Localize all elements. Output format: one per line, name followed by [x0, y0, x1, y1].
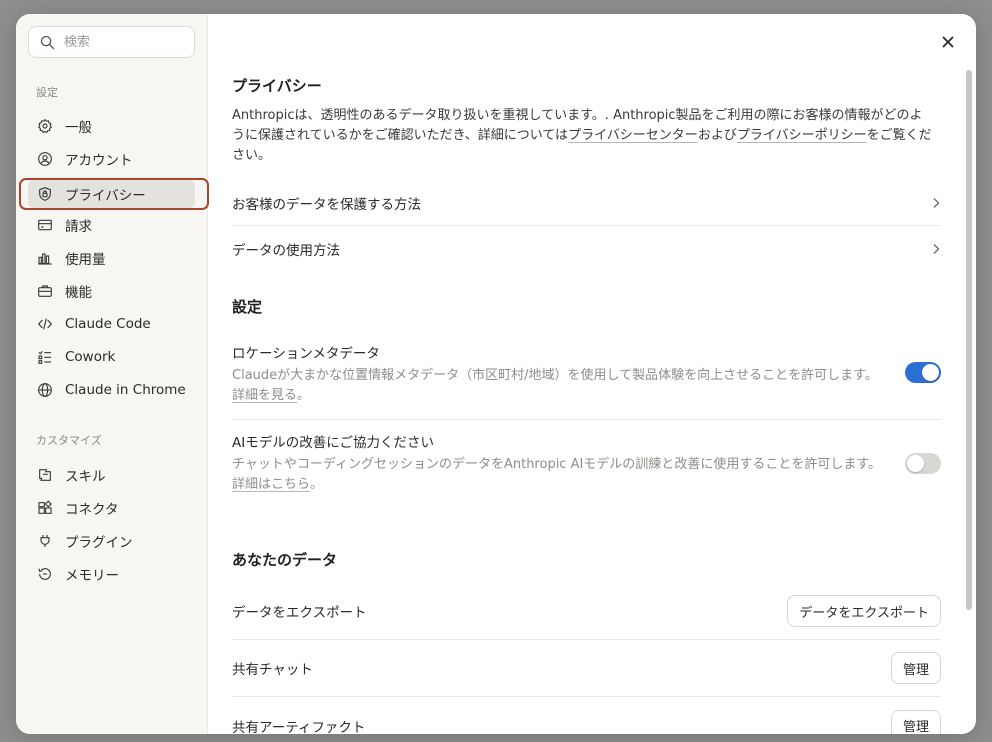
sidebar-item-label: 請求 [65, 219, 92, 235]
setting-title: ロケーションメタデータ [232, 346, 380, 362]
setting-title: AIモデルの改善にご協力ください [232, 435, 434, 451]
manage-shared-chats-button[interactable]: 管理 [890, 652, 941, 684]
search-icon [40, 35, 55, 49]
bar-chart-icon [38, 253, 52, 265]
sidebar-item-claude-in-chrome[interactable]: Claude in Chrome [28, 376, 195, 404]
sidebar-item-label: Claude in Chrome [65, 382, 186, 398]
setting-description: チャットやコーディングセッションのデータをAnthropic AIモデルの訓練と… [232, 455, 882, 495]
ai-improvement-toggle[interactable] [905, 453, 941, 474]
sidebar-item-label: プラグイン [65, 535, 133, 551]
toggle-knob [922, 364, 939, 381]
data-usage-link[interactable]: データの使用方法 [232, 226, 941, 271]
search-box[interactable] [28, 26, 195, 58]
user-circle-icon [38, 152, 52, 166]
code-icon [37, 318, 53, 330]
shared-artifacts-row: 共有アーティファクト 管理 [232, 697, 941, 734]
protect-data-link[interactable]: お客様のデータを保護する方法 [232, 181, 941, 226]
learn-more-link[interactable]: 詳細を見る [232, 388, 297, 403]
sidebar-item-skills[interactable]: スキル [28, 461, 195, 489]
scrollbar[interactable] [966, 70, 972, 610]
checklist-icon [38, 350, 51, 364]
desc-text: 。 [310, 477, 324, 492]
privacy-panel: プライバシー Anthropicは、透明性のあるデータ取り扱いを重視しています。… [208, 14, 976, 734]
sidebar-item-claude-code[interactable]: Claude Code [28, 310, 195, 338]
desc-text: Claudeが大まかな位置情報メタデータ（市区町村/地域）を使用して製品体験を向… [232, 368, 878, 383]
desc-text: チャットやコーディングセッションのデータをAnthropic AIモデルの訓練と… [232, 457, 882, 472]
sidebar-item-label: 一般 [65, 120, 92, 136]
memory-icon [38, 568, 51, 580]
chevron-right-icon [933, 198, 940, 208]
export-data-row: データをエクスポート データをエクスポート [232, 583, 941, 640]
gear-icon [37, 118, 53, 134]
section-label-settings: 設定 [36, 86, 58, 99]
sidebar-item-label: スキル [65, 469, 106, 485]
settings-modal: 設定 一般 アカウント プライバシー 請求 使用量 機能 Claude Co [16, 14, 976, 734]
sidebar-item-features[interactable]: 機能 [28, 277, 195, 305]
sidebar-item-memory[interactable]: メモリー [28, 560, 195, 588]
row-label: 共有アーティファクト [232, 719, 366, 735]
desc-text: および [697, 128, 737, 143]
sidebar-item-cowork[interactable]: Cowork [28, 343, 195, 371]
setting-description: Claudeが大まかな位置情報メタデータ（市区町村/地域）を使用して製品体験を向… [232, 366, 882, 406]
details-link[interactable]: 詳細はこちら [232, 477, 310, 492]
plug-icon [40, 535, 50, 547]
briefcase-icon [38, 285, 52, 297]
sidebar-item-connectors[interactable]: コネクタ [28, 494, 195, 522]
sidebar-item-usage[interactable]: 使用量 [28, 244, 195, 272]
manage-shared-artifacts-button[interactable]: 管理 [890, 709, 941, 734]
location-metadata-toggle[interactable] [905, 362, 941, 383]
sidebar-item-label: 機能 [65, 285, 92, 301]
privacy-description: Anthropicは、透明性のあるデータ取り扱いを重視しています。. Anthr… [232, 106, 932, 166]
sidebar-item-label: Claude Code [65, 316, 151, 332]
sidebar-item-billing[interactable]: 請求 [28, 211, 195, 239]
sidebar: 設定 一般 アカウント プライバシー 請求 使用量 機能 Claude Co [16, 14, 209, 734]
row-label: データをエクスポート [232, 605, 367, 621]
desc-text: 。 [297, 388, 311, 403]
chevron-right-icon [933, 243, 940, 254]
export-data-button[interactable]: データをエクスポート [787, 595, 941, 627]
skill-icon [39, 469, 51, 481]
sidebar-item-label: Cowork [65, 349, 116, 365]
toggle-knob [907, 455, 924, 472]
search-input[interactable] [64, 34, 174, 50]
section-label-customize: カスタマイズ [36, 434, 102, 447]
row-label: データの使用方法 [232, 242, 340, 259]
sidebar-item-plugins[interactable]: プラグイン [28, 527, 195, 555]
sidebar-item-account[interactable]: アカウント [28, 145, 195, 173]
privacy-policy-link[interactable]: プライバシーポリシー [737, 128, 867, 143]
close-icon [942, 36, 954, 48]
sidebar-item-label: 使用量 [65, 252, 106, 268]
shield-lock-icon [39, 187, 51, 201]
ai-improvement-setting: AIモデルの改善にご協力ください チャットやコーディングセッションのデータをAn… [232, 431, 941, 509]
privacy-center-link[interactable]: プライバシーセンター [568, 128, 698, 143]
row-label: お客様のデータを保護する方法 [232, 197, 421, 213]
settings-title: 設定 [232, 298, 263, 316]
sidebar-item-label: コネクタ [65, 502, 119, 518]
row-label: 共有チャット [232, 662, 313, 678]
sidebar-item-label: メモリー [65, 568, 119, 584]
sidebar-item-privacy[interactable]: プライバシー [28, 180, 195, 208]
connector-icon [38, 500, 52, 514]
credit-card-icon [38, 219, 52, 231]
sidebar-item-label: アカウント [65, 153, 133, 169]
location-metadata-setting: ロケーションメタデータ Claudeが大まかな位置情報メタデータ（市区町村/地域… [232, 342, 941, 420]
sidebar-item-label: プライバシー [65, 188, 146, 204]
shared-chats-row: 共有チャット 管理 [232, 640, 941, 697]
close-button[interactable] [938, 32, 958, 52]
sidebar-item-general[interactable]: 一般 [28, 112, 195, 140]
your-data-title: あなたのデータ [232, 551, 338, 569]
globe-icon [38, 383, 52, 397]
privacy-title: プライバシー [232, 77, 322, 95]
